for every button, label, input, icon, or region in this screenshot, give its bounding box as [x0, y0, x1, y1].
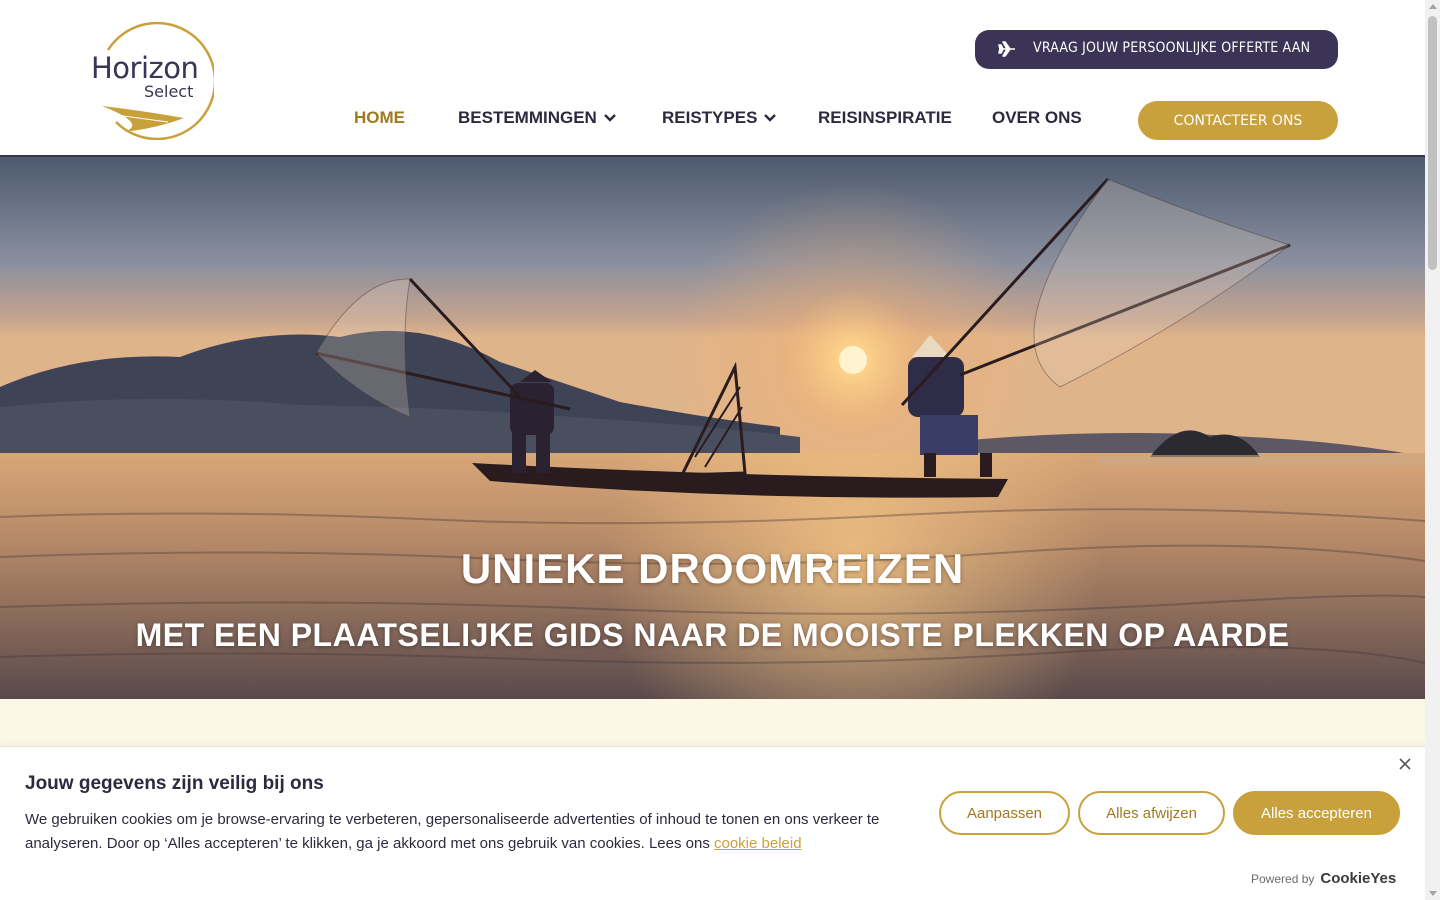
nav-item-reisinspiratie[interactable]: REISINSPIRATIE	[818, 108, 952, 128]
scrollbar-thumb[interactable]	[1428, 16, 1437, 270]
reject-all-label: Alles afwijzen	[1106, 804, 1197, 822]
offer-request-label: VRAAG JOUW PERSOONLIJKE OFFERTE AAN	[1033, 40, 1311, 56]
cookieyes-logo: CookieYes	[1320, 870, 1397, 887]
nav-item-bestemmingen[interactable]: BESTEMMINGEN	[458, 108, 617, 128]
accept-all-label: Alles accepteren	[1261, 804, 1372, 822]
reject-all-button[interactable]: Alles afwijzen	[1078, 791, 1225, 835]
powered-by-label: Powered by	[1251, 872, 1315, 886]
customize-button[interactable]: Aanpassen	[939, 791, 1070, 835]
nav-item-over-ons[interactable]: OVER ONS	[992, 108, 1082, 128]
site-header: Horizon Select VRAAG JOUW PERSOONLIJKE O…	[0, 0, 1425, 157]
nav-item-label: HOME	[354, 108, 405, 127]
horizon-select-logo[interactable]: Horizon Select	[88, 18, 217, 141]
nav-item-label: REISTYPES	[662, 108, 758, 127]
scroll-up-arrow-icon[interactable]	[1429, 4, 1437, 9]
logo-text-horizon: Horizon	[91, 51, 199, 85]
nav-item-label: OVER ONS	[992, 108, 1082, 127]
offer-request-button[interactable]: VRAAG JOUW PERSOONLIJKE OFFERTE AAN	[975, 30, 1338, 69]
chevron-down-icon	[764, 114, 777, 122]
logo-text-select: Select	[144, 82, 194, 101]
nav-item-label: BESTEMMINGEN	[458, 108, 597, 127]
nav-item-reistypes[interactable]: REISTYPES	[662, 108, 777, 128]
nav-item-label: REISINSPIRATIE	[818, 108, 952, 127]
close-icon[interactable]	[1398, 757, 1412, 771]
cookie-consent-banner: Jouw gegevens zijn veilig bij ons We geb…	[0, 746, 1425, 900]
powered-by[interactable]: Powered by CookieYes	[1251, 870, 1396, 887]
nav-item-home[interactable]: HOME	[354, 108, 405, 128]
hero-banner: UNIEKE DROOMREIZEN MET EEN PLAATSELIJKE …	[0, 157, 1425, 699]
cookie-title: Jouw gegevens zijn veilig bij ons	[25, 773, 324, 794]
customize-label: Aanpassen	[966, 804, 1043, 822]
contact-button-label: CONTACTEER ONS	[1173, 112, 1303, 129]
chevron-down-icon	[603, 114, 616, 122]
hero-title: UNIEKE DROOMREIZEN	[460, 545, 965, 592]
plane-icon	[998, 41, 1015, 57]
page-scrollbar[interactable]	[1425, 0, 1440, 900]
cookie-description: We gebruiken cookies om je browse-ervari…	[25, 808, 895, 856]
contact-button[interactable]: CONTACTEER ONS	[1138, 101, 1338, 140]
accept-all-button[interactable]: Alles accepteren	[1233, 791, 1400, 835]
cookie-policy-link[interactable]: cookie beleid	[714, 835, 802, 852]
hero-subtitle: MET EEN PLAATSELIJKE GIDS NAAR DE MOOIST…	[135, 617, 1290, 653]
scroll-down-arrow-icon[interactable]	[1429, 891, 1437, 896]
